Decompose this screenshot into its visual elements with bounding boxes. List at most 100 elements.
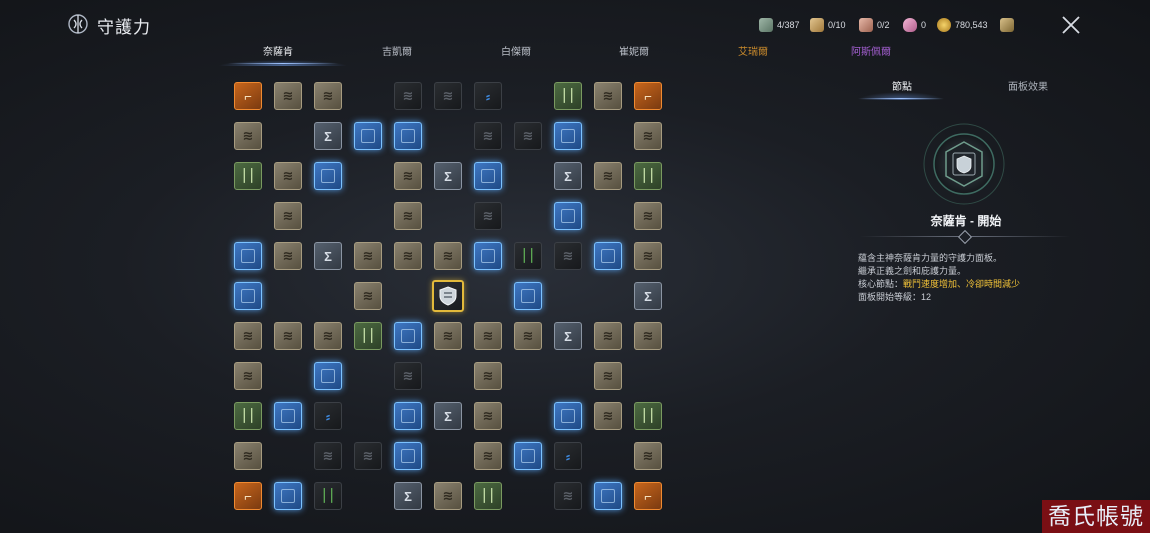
board-node-gold[interactable]: ≋	[594, 162, 622, 190]
board-node-slate[interactable]: Σ	[314, 242, 342, 270]
board-node-gold[interactable]: ≋	[594, 402, 622, 430]
board-node-blue[interactable]	[234, 242, 262, 270]
board-node-gold[interactable]: ≋	[394, 202, 422, 230]
board-node-gold[interactable]: ≋	[274, 82, 302, 110]
board-node-green[interactable]: ⏐⏐	[554, 82, 582, 110]
board-node-darkgreen[interactable]: ⏐⏐	[514, 242, 542, 270]
board-node-blue[interactable]	[394, 122, 422, 150]
board-node-gold[interactable]: ≋	[394, 162, 422, 190]
board-node-dark[interactable]: ≋	[554, 482, 582, 510]
tab-panel-effect[interactable]: 面板效果	[1008, 78, 1048, 93]
board-node-gold[interactable]: ≋	[394, 242, 422, 270]
board-node-gold[interactable]: ≋	[274, 162, 302, 190]
board-node-gold[interactable]: ≋	[234, 442, 262, 470]
board-node-gold[interactable]: ≋	[434, 242, 462, 270]
board-node-blue[interactable]	[474, 162, 502, 190]
start-node[interactable]	[432, 280, 464, 312]
board-node-gold[interactable]: ≋	[354, 282, 382, 310]
board-node-dark[interactable]: ≋	[314, 442, 342, 470]
board-node-darkgreen[interactable]: ⏐⏐	[314, 482, 342, 510]
board-node-blue[interactable]	[274, 402, 302, 430]
board-node-green[interactable]: ⏐⏐	[234, 402, 262, 430]
board-node-orange[interactable]: ⌐	[234, 82, 262, 110]
board-node-gold[interactable]: ≋	[314, 82, 342, 110]
board-node-dark[interactable]: ≋	[554, 242, 582, 270]
board-node-green[interactable]: ⏐⏐	[634, 402, 662, 430]
board-node-gold[interactable]: ≋	[434, 482, 462, 510]
board-node-blue[interactable]	[554, 122, 582, 150]
board-node-blue[interactable]	[354, 122, 382, 150]
board-node-slate[interactable]: Σ	[634, 282, 662, 310]
board-node-gold[interactable]: ≋	[274, 322, 302, 350]
board-node-gold[interactable]: ≋	[234, 362, 262, 390]
board-node-gold[interactable]: ≋	[434, 322, 462, 350]
chest-icon[interactable]	[1000, 18, 1014, 32]
board-node-gold[interactable]: ≋	[314, 322, 342, 350]
resource-chest[interactable]	[1000, 16, 1014, 34]
tab-asipeier[interactable]: 阿斯佩爾	[821, 43, 921, 58]
board-node-gold[interactable]: ≋	[594, 322, 622, 350]
board-node-gold[interactable]: ≋	[474, 322, 502, 350]
board-node-dark[interactable]: ≋	[474, 202, 502, 230]
board-node-green[interactable]: ⏐⏐	[634, 162, 662, 190]
board-node-gold[interactable]: ≋	[634, 322, 662, 350]
tab-jikael[interactable]: 吉凱爾	[347, 43, 447, 58]
board-node-blue[interactable]	[314, 362, 342, 390]
board-node-gold[interactable]: ≋	[474, 362, 502, 390]
board-node-blue[interactable]	[514, 282, 542, 310]
board-node-blue[interactable]	[394, 442, 422, 470]
board-node-gold[interactable]: ≋	[514, 322, 542, 350]
close-icon[interactable]	[1058, 12, 1084, 38]
board-node-dark[interactable]: ≋	[474, 122, 502, 150]
board-node-slate[interactable]: Σ	[434, 162, 462, 190]
board-node-gold[interactable]: ≋	[274, 242, 302, 270]
board-node-gold[interactable]: ≋	[634, 122, 662, 150]
board-node-dark[interactable]: ≋	[354, 442, 382, 470]
board-node-gold[interactable]: ≋	[274, 202, 302, 230]
tab-node[interactable]: 節點	[892, 78, 912, 93]
board-node-orange[interactable]: ⌐	[234, 482, 262, 510]
board-node-slate[interactable]: Σ	[314, 122, 342, 150]
board-node-gold[interactable]: ≋	[634, 442, 662, 470]
board-node-gold[interactable]: ≋	[594, 362, 622, 390]
board-node-darkblue[interactable]: ⸗	[474, 82, 502, 110]
board-node-gold[interactable]: ≋	[474, 442, 502, 470]
board-node-orange[interactable]: ⌐	[634, 82, 662, 110]
board-node-gold[interactable]: ≋	[234, 122, 262, 150]
board-node-gold[interactable]: ≋	[474, 402, 502, 430]
board-node-slate[interactable]: Σ	[394, 482, 422, 510]
board-node-gold[interactable]: ≋	[634, 242, 662, 270]
board-node-dark[interactable]: ≋	[394, 82, 422, 110]
board-node-blue[interactable]	[554, 402, 582, 430]
board-node-blue[interactable]	[514, 442, 542, 470]
board-node-blue[interactable]	[594, 482, 622, 510]
board-node-gold[interactable]: ≋	[234, 322, 262, 350]
board-node-blue[interactable]	[394, 402, 422, 430]
tab-airuier[interactable]: 艾瑞爾	[703, 43, 803, 58]
board-node-gold[interactable]: ≋	[594, 82, 622, 110]
board-node-green[interactable]: ⏐⏐	[234, 162, 262, 190]
board-node-green[interactable]: ⏐⏐	[354, 322, 382, 350]
board-node-darkblue[interactable]: ⸗	[554, 442, 582, 470]
board-node-gold[interactable]: ≋	[634, 202, 662, 230]
board-node-gold[interactable]: ≋	[354, 242, 382, 270]
board-node-blue[interactable]	[314, 162, 342, 190]
board-node-blue[interactable]	[554, 202, 582, 230]
board-node-slate[interactable]: Σ	[434, 402, 462, 430]
board-node-blue[interactable]	[394, 322, 422, 350]
board-node-dark[interactable]: ≋	[514, 122, 542, 150]
tab-nasakan[interactable]: 奈薩肯	[228, 43, 328, 58]
board-node-dark[interactable]: ≋	[434, 82, 462, 110]
board-node-green[interactable]: ⏐⏐	[474, 482, 502, 510]
board-node-blue[interactable]	[274, 482, 302, 510]
board-node-orange[interactable]: ⌐	[634, 482, 662, 510]
board-node-slate[interactable]: Σ	[554, 322, 582, 350]
tab-baijeer[interactable]: 白傑爾	[466, 43, 566, 58]
board-node-blue[interactable]	[234, 282, 262, 310]
board-node-slate[interactable]: Σ	[554, 162, 582, 190]
tab-cuinier[interactable]: 崔妮爾	[584, 43, 684, 58]
board-node-blue[interactable]	[474, 242, 502, 270]
board-node-darkblue[interactable]: ⸗	[314, 402, 342, 430]
board-node-blue[interactable]	[594, 242, 622, 270]
board-node-dark[interactable]: ≋	[394, 362, 422, 390]
